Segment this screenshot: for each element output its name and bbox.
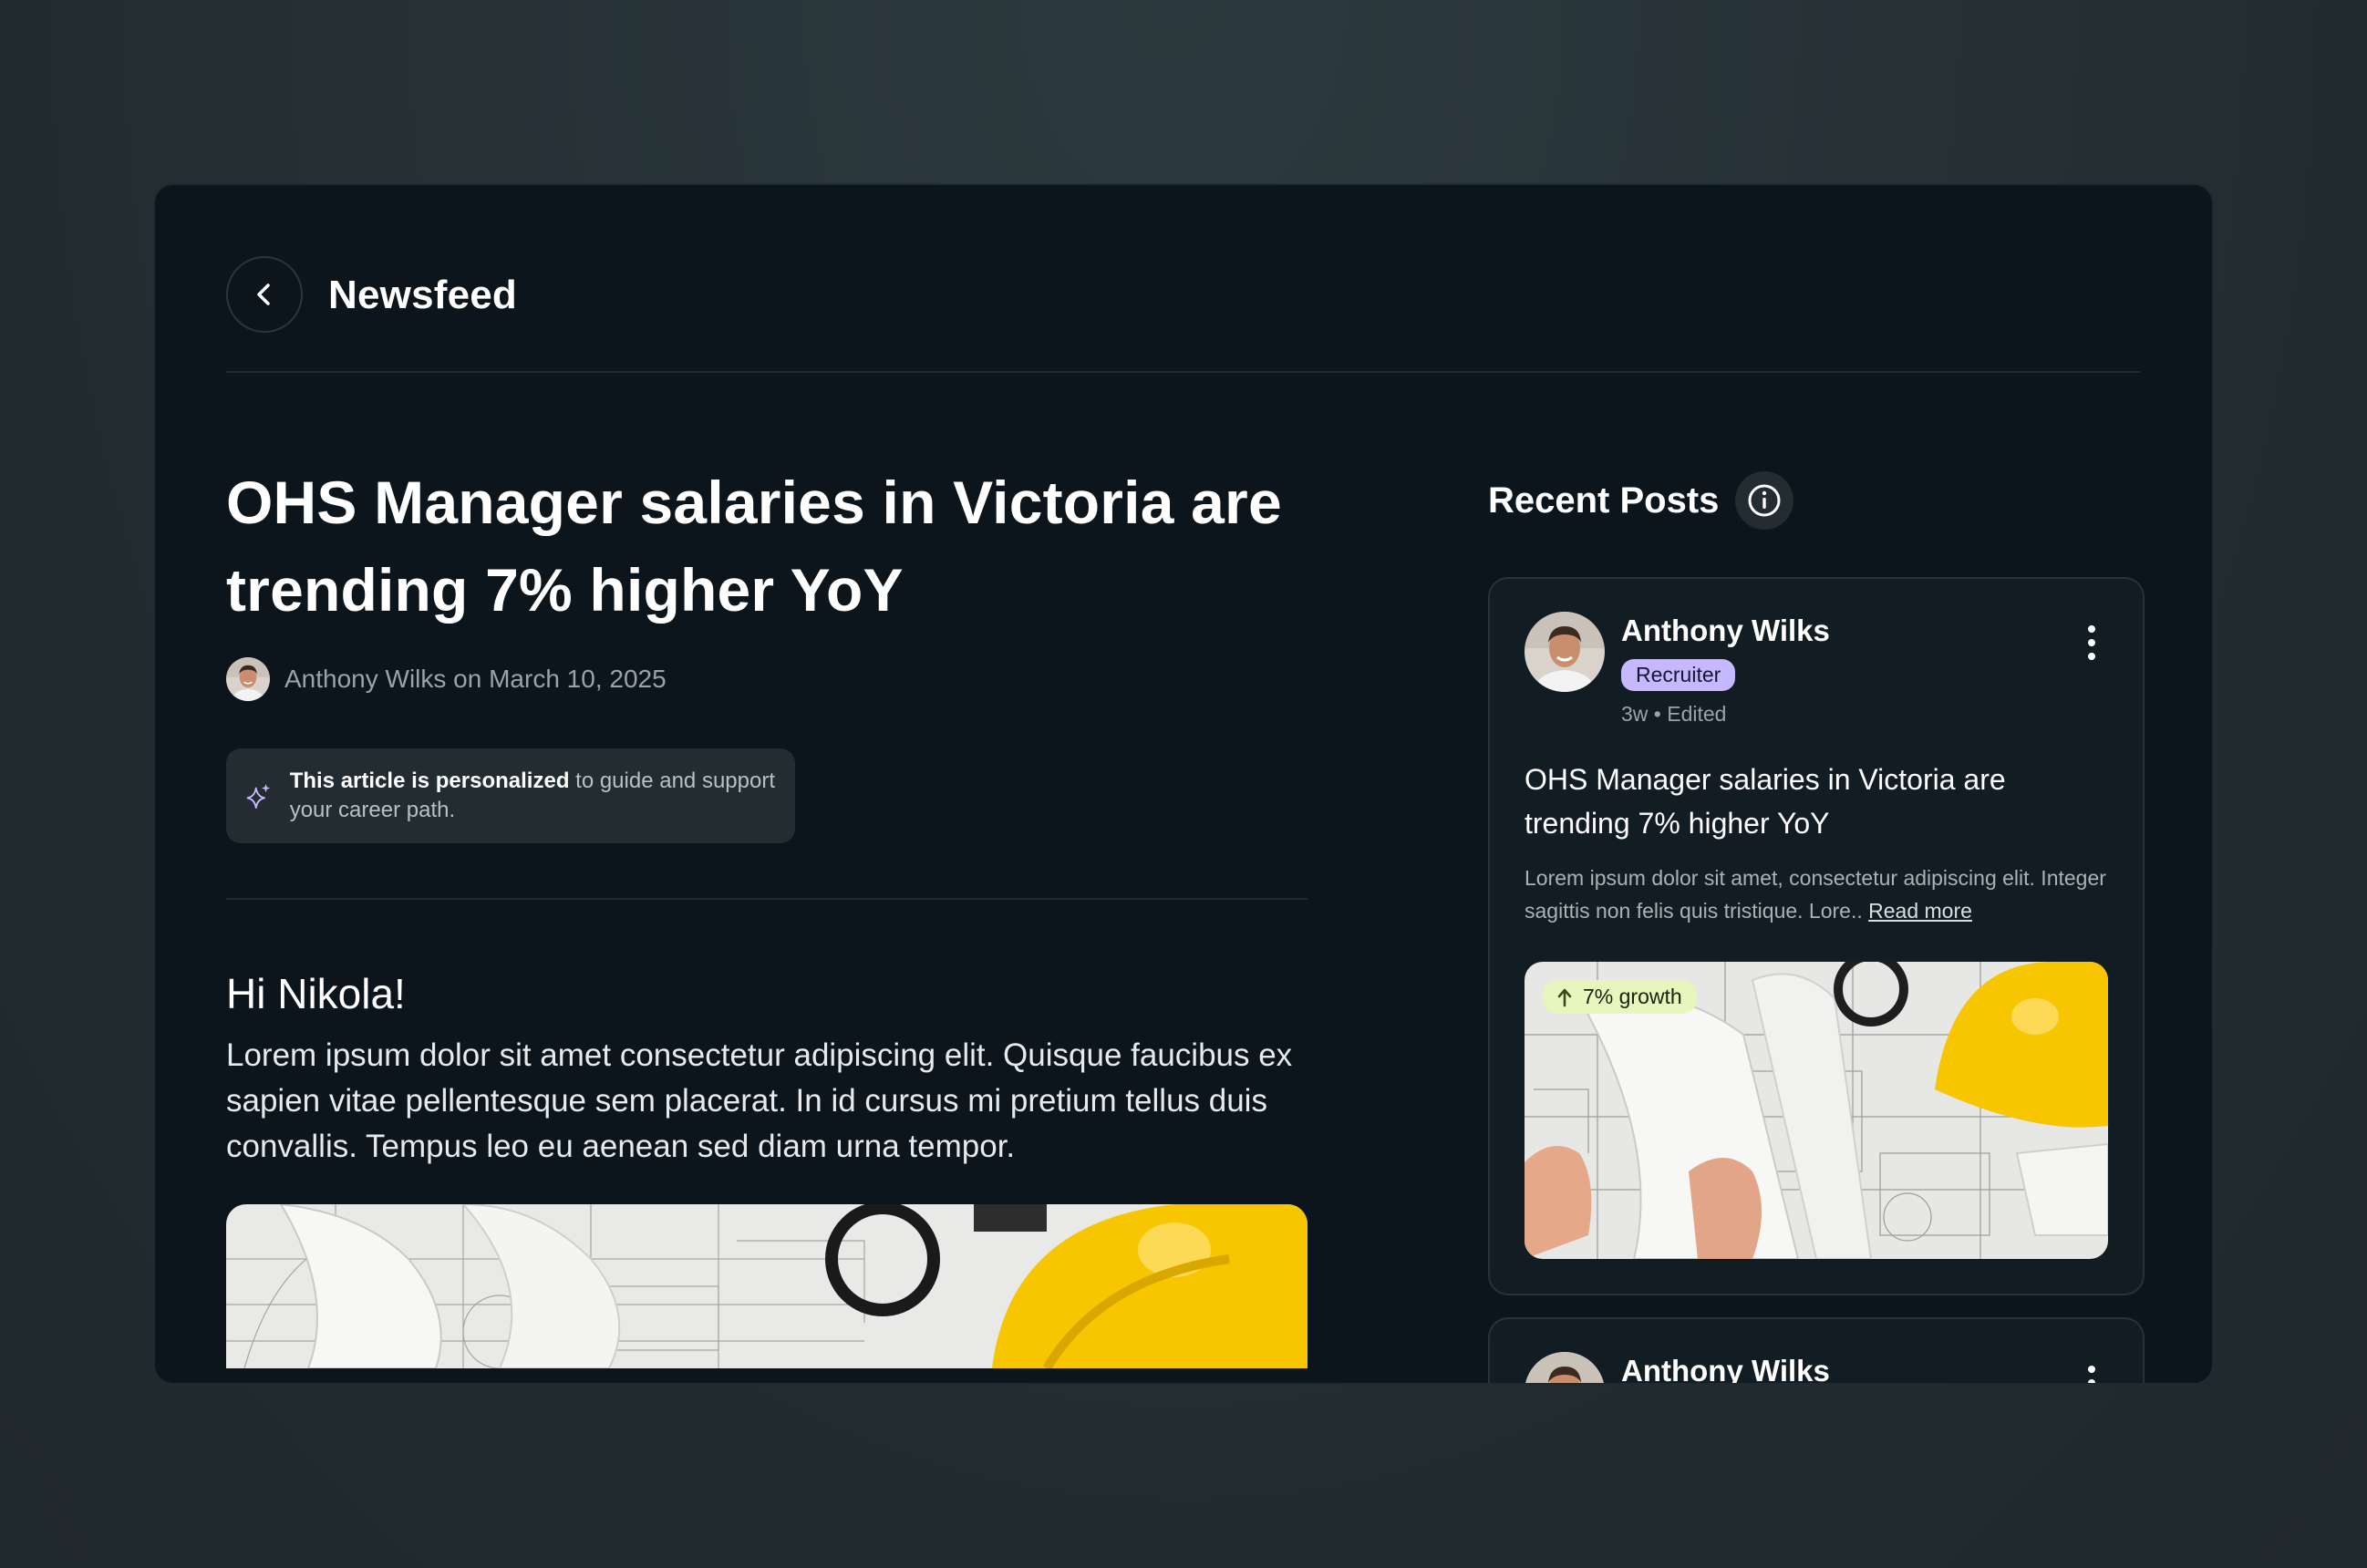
article-hero-image (226, 1204, 1308, 1368)
author-avatar[interactable] (226, 657, 270, 701)
header: Newsfeed (226, 256, 2141, 373)
post-author-name[interactable]: Anthony Wilks (1621, 1354, 1830, 1383)
post-meta: Anthony Wilks Recruiter 3w • Edited (1621, 612, 1830, 727)
info-button[interactable] (1735, 471, 1794, 530)
divider (226, 898, 1308, 900)
chevron-left-icon (257, 284, 270, 305)
growth-badge: 7% growth (1543, 980, 1697, 1014)
greeting: Hi Nikola! (226, 970, 406, 1017)
post-meta: Anthony Wilks (1621, 1352, 1830, 1383)
post-author-name[interactable]: Anthony Wilks (1621, 614, 1830, 648)
post-excerpt-text: Lorem ipsum dolor sit amet, consectetur … (1525, 866, 2106, 923)
sparkle-icon (246, 783, 271, 810)
article: OHS Manager salaries in Victoria are tre… (226, 459, 1308, 1368)
post-header: Anthony Wilks (1525, 1352, 2108, 1383)
byline-text: Anthony Wilks on March 10, 2025 (284, 665, 667, 693)
more-options-icon[interactable] (2086, 1365, 2097, 1385)
arrow-up-icon (1557, 988, 1572, 1006)
read-more-link[interactable]: Read more (1868, 899, 1972, 923)
post-image[interactable]: 7% growth (1525, 962, 2108, 1259)
post-card[interactable]: Anthony Wilks (1488, 1317, 2145, 1385)
post-excerpt: Lorem ipsum dolor sit amet, consectetur … (1525, 861, 2108, 927)
info-icon (1748, 484, 1781, 517)
recent-posts-heading: Recent Posts (1488, 480, 1720, 521)
article-body: Lorem ipsum dolor sit amet consectetur a… (226, 1037, 1293, 1164)
post-title[interactable]: OHS Manager salaries in Victoria are tre… (1525, 758, 2108, 845)
recent-posts-sidebar: Recent Posts Anthony Wilks Recruiter 3w … (1488, 471, 2145, 1385)
post-author-avatar[interactable] (1525, 612, 1605, 692)
sidebar-title: Recent Posts (1488, 471, 2145, 530)
page-title: Newsfeed (328, 273, 518, 317)
growth-badge-text: 7% growth (1583, 985, 1682, 1008)
role-badge: Recruiter (1621, 659, 1736, 691)
post-author-avatar[interactable] (1525, 1352, 1605, 1383)
notice-strong-text: This article is personalized (289, 769, 570, 793)
newsfeed-window: Newsfeed OHS Manager salaries in Victori… (153, 183, 2214, 1385)
notice-text: This article is personalized to guide an… (290, 767, 795, 825)
back-button[interactable] (226, 256, 303, 333)
more-options-icon[interactable] (2086, 624, 2097, 661)
article-title: OHS Manager salaries in Victoria are tre… (226, 469, 1282, 624)
personalization-notice: This article is personalized to guide an… (226, 748, 795, 843)
post-header: Anthony Wilks Recruiter 3w • Edited (1525, 612, 2108, 727)
post-card[interactable]: Anthony Wilks Recruiter 3w • Edited OHS … (1488, 577, 2145, 1295)
byline: Anthony Wilks on March 10, 2025 (226, 657, 1308, 701)
post-timestamp: 3w • Edited (1621, 702, 1727, 726)
